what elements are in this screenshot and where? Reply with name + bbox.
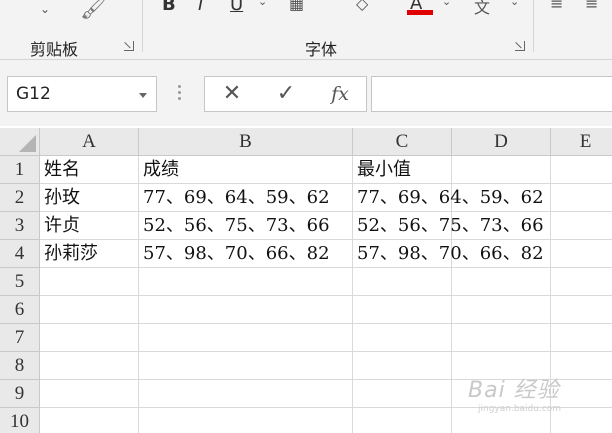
clipboard-launcher-icon[interactable] [124, 41, 134, 51]
cell-border-d1[interactable] [452, 156, 551, 184]
cell-border-e2[interactable] [551, 184, 612, 212]
cell-border-c9[interactable] [353, 380, 452, 408]
cell-a4[interactable]: 孙莉莎 [40, 240, 98, 268]
font-color-dropdown-icon[interactable]: ⌄ [442, 0, 451, 8]
row-header-4[interactable]: 4 [0, 240, 40, 268]
cell-border-e5[interactable] [551, 268, 612, 296]
cell-border-e1[interactable] [551, 156, 612, 184]
cell-border-e7[interactable] [551, 324, 612, 352]
cell-border-a8[interactable] [40, 352, 139, 380]
name-box-value: G12 [16, 84, 51, 104]
cell-border-b7[interactable] [139, 324, 353, 352]
cell-border-e6[interactable] [551, 296, 612, 324]
cell-c4[interactable]: 57、98、70、66、82 [353, 240, 544, 268]
row-header-1[interactable]: 1 [0, 156, 40, 184]
cell-border-c6[interactable] [353, 296, 452, 324]
cell-c1[interactable]: 最小值 [353, 156, 411, 184]
column-header-b[interactable]: B [139, 128, 353, 156]
row-header-10[interactable]: 10 [0, 408, 40, 433]
column-header-e[interactable]: E [551, 128, 612, 156]
group-label-font: 字体 [305, 40, 338, 59]
cell-b1[interactable]: 成绩 [139, 156, 179, 184]
font-color-bar [407, 10, 433, 15]
bold-icon[interactable]: B [162, 0, 176, 15]
column-header-a[interactable]: A [40, 128, 139, 156]
cell-border-a9[interactable] [40, 380, 139, 408]
watermark-url: jingyan.baidu.com [478, 404, 562, 414]
cell-c2[interactable]: 77、69、64、59、62 [353, 184, 544, 212]
cell-border-e8[interactable] [551, 352, 612, 380]
format-painter-icon[interactable]: 🖌 [80, 0, 108, 21]
row-header-8[interactable]: 8 [0, 352, 40, 380]
cell-b3[interactable]: 52、56、75、73、66 [139, 212, 330, 240]
row-header-5[interactable]: 5 [0, 268, 40, 296]
chevron-down-icon[interactable]: ⌄ [40, 2, 50, 16]
phonetic-dropdown-icon[interactable]: ⌄ [510, 0, 519, 8]
cell-border-a10[interactable] [40, 408, 139, 433]
cell-border-b9[interactable] [139, 380, 353, 408]
select-all-button[interactable] [0, 128, 40, 156]
row-header-2[interactable]: 2 [0, 184, 40, 212]
ribbon: ⌄ 🖌 剪贴板 B I U ⌄ ▦ ◇ A ⌄ 文 ⌄ 字体 ≡ ≡ [0, 0, 612, 60]
cell-border-a6[interactable] [40, 296, 139, 324]
ribbon-separator [533, 0, 534, 52]
border-icon[interactable]: ▦ [289, 0, 304, 13]
cell-b2[interactable]: 77、69、64、59、62 [139, 184, 330, 212]
cell-c3[interactable]: 52、56、75、73、66 [353, 212, 544, 240]
cell-b4[interactable]: 57、98、70、66、82 [139, 240, 330, 268]
formula-buttons: ✕ ✓ fx [204, 76, 367, 112]
align-top-icon[interactable]: ≡ [550, 0, 563, 13]
formula-bar: G12 ✕ ✓ fx [0, 60, 612, 126]
formula-input[interactable] [371, 76, 612, 112]
group-label-clipboard: 剪贴板 [30, 40, 79, 59]
cell-border-d5[interactable] [452, 268, 551, 296]
cell-border-b10[interactable] [139, 408, 353, 433]
enter-icon[interactable]: ✓ [271, 81, 301, 107]
fill-color-icon[interactable]: ◇ [356, 0, 368, 13]
insert-function-icon[interactable]: fx [325, 81, 355, 107]
cell-border-e4[interactable] [551, 240, 612, 268]
cell-a1[interactable]: 姓名 [40, 156, 80, 184]
cell-border-d6[interactable] [452, 296, 551, 324]
font-launcher-icon[interactable] [515, 41, 525, 51]
cell-border-b8[interactable] [139, 352, 353, 380]
underline-dropdown-icon[interactable]: ⌄ [258, 0, 267, 8]
cancel-icon[interactable]: ✕ [217, 81, 247, 107]
underline-icon[interactable]: U [230, 0, 243, 15]
cell-border-c8[interactable] [353, 352, 452, 380]
cell-a3[interactable]: 许贞 [40, 212, 80, 240]
cell-a2[interactable]: 孙玫 [40, 184, 80, 212]
row-header-7[interactable]: 7 [0, 324, 40, 352]
cell-border-a7[interactable] [40, 324, 139, 352]
italic-icon[interactable]: I [198, 0, 203, 15]
cell-border-c7[interactable] [353, 324, 452, 352]
align-middle-icon[interactable]: ≡ [585, 0, 598, 13]
row-header-6[interactable]: 6 [0, 296, 40, 324]
chevron-down-icon[interactable] [139, 93, 147, 98]
drag-handle-icon[interactable] [177, 85, 183, 103]
cell-border-d7[interactable] [452, 324, 551, 352]
cell-border-b6[interactable] [139, 296, 353, 324]
column-header-c[interactable]: C [353, 128, 452, 156]
ribbon-separator [142, 0, 143, 52]
column-header-d[interactable]: D [452, 128, 551, 156]
cell-border-a5[interactable] [40, 268, 139, 296]
cell-border-b5[interactable] [139, 268, 353, 296]
row-header-9[interactable]: 9 [0, 380, 40, 408]
row-header-3[interactable]: 3 [0, 212, 40, 240]
cell-border-e3[interactable] [551, 212, 612, 240]
cell-border-c5[interactable] [353, 268, 452, 296]
watermark-logo: Bai 经验 [468, 378, 560, 403]
phonetic-icon[interactable]: 文 [474, 0, 490, 18]
name-box[interactable]: G12 [7, 76, 157, 112]
cell-border-c10[interactable] [353, 408, 452, 433]
